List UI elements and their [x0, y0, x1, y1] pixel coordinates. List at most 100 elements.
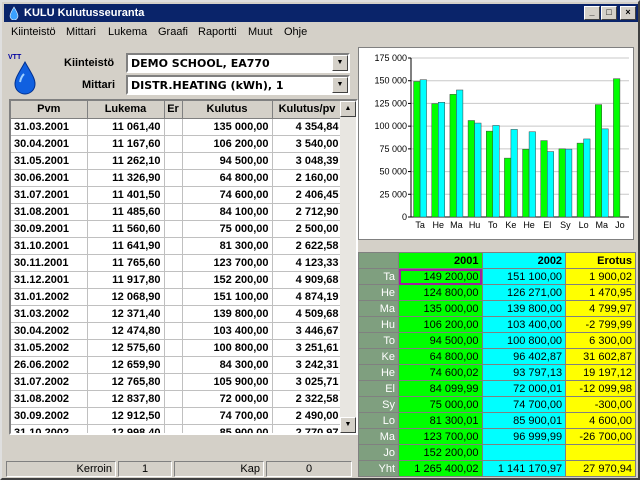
cell-consumption[interactable]: 135 000,00 [182, 118, 273, 136]
comparison-2001[interactable]: 75 000,00 [398, 396, 483, 413]
comparison-2001[interactable]: 84 099,99 [398, 380, 483, 397]
scroll-up-icon[interactable]: ▲ [340, 101, 356, 117]
comparison-row[interactable]: He 74 600,02 93 797,13 19 197,12 [358, 364, 636, 381]
cell-consumption-per-day[interactable]: 4 909,68 [272, 271, 343, 289]
table-row[interactable]: 31.03.2001 11 061,40 135 000,00 4 354,84 [11, 118, 343, 136]
comparison-row[interactable]: Ma 123 700,00 96 999,99 -26 700,00 [358, 428, 636, 445]
close-button[interactable]: × [620, 6, 636, 20]
cell-reading[interactable]: 12 068,90 [87, 288, 165, 306]
table-row[interactable]: 31.07.2002 12 765,80 105 900,00 3 025,71 [11, 373, 343, 391]
table-row[interactable]: 31.05.2002 12 575,60 100 800,00 3 251,61 [11, 339, 343, 357]
cell-er[interactable] [164, 424, 183, 433]
comparison-difference[interactable]: 1 470,95 [565, 284, 636, 301]
col-header-reading[interactable]: Lukema [87, 101, 165, 119]
cell-er[interactable] [164, 390, 183, 408]
cell-er[interactable] [164, 254, 183, 272]
table-row[interactable]: 31.05.2001 11 262,10 94 500,00 3 048,39 [11, 152, 343, 170]
cell-date[interactable]: 31.10.2002 [11, 424, 88, 433]
cell-consumption-per-day[interactable]: 2 406,45 [272, 186, 343, 204]
cell-consumption-per-day[interactable]: 2 770,97 [272, 424, 343, 433]
table-row[interactable]: 31.10.2001 11 641,90 81 300,00 2 622,58 [11, 237, 343, 255]
cell-consumption-per-day[interactable]: 4 354,84 [272, 118, 343, 136]
comparison-2001[interactable]: 124 800,00 [398, 284, 483, 301]
comparison-difference[interactable]: 6 300,00 [565, 332, 636, 349]
comparison-2002[interactable]: 139 800,00 [481, 300, 567, 317]
cell-reading[interactable]: 11 401,50 [87, 186, 165, 204]
cell-reading[interactable]: 12 371,40 [87, 305, 165, 323]
cell-reading[interactable]: 11 917,80 [87, 271, 165, 289]
cell-date[interactable]: 31.08.2001 [11, 203, 88, 221]
comparison-table[interactable]: 2001 2002 Erotus Ta 149 200,00 151 100,00 1… [358, 252, 636, 478]
cell-reading[interactable]: 11 326,90 [87, 169, 165, 187]
cell-reading[interactable]: 12 474,80 [87, 322, 165, 340]
comparison-2002[interactable]: 1 141 170,97 [481, 460, 567, 477]
cell-consumption[interactable]: 139 800,00 [182, 305, 273, 323]
chevron-down-icon[interactable]: ▼ [332, 55, 348, 71]
cell-reading[interactable]: 11 061,40 [87, 118, 165, 136]
cell-consumption-per-day[interactable]: 2 160,00 [272, 169, 343, 187]
comparison-2001[interactable]: 74 600,02 [398, 364, 483, 381]
cell-consumption-per-day[interactable]: 4 123,33 [272, 254, 343, 272]
comparison-2001[interactable]: 123 700,00 [398, 428, 483, 445]
col-header-consumption-per-day[interactable]: Kulutus/pv [272, 101, 343, 119]
cell-reading[interactable]: 11 485,60 [87, 203, 165, 221]
cell-consumption-per-day[interactable]: 3 446,67 [272, 322, 343, 340]
cell-date[interactable]: 31.07.2001 [11, 186, 88, 204]
cell-consumption[interactable]: 75 000,00 [182, 220, 273, 238]
cell-er[interactable] [164, 356, 183, 374]
scroll-down-icon[interactable]: ▼ [340, 417, 356, 433]
cell-consumption-per-day[interactable]: 2 622,58 [272, 237, 343, 255]
cell-date[interactable]: 31.03.2002 [11, 305, 88, 323]
table-row[interactable]: 31.08.2001 11 485,60 84 100,00 2 712,90 [11, 203, 343, 221]
cell-consumption-per-day[interactable]: 3 025,71 [272, 373, 343, 391]
comparison-2002[interactable]: 151 100,00 [481, 268, 567, 285]
comparison-2001[interactable]: 149 200,00 [398, 268, 483, 285]
cell-consumption-per-day[interactable]: 4 509,68 [272, 305, 343, 323]
cell-consumption[interactable]: 81 300,00 [182, 237, 273, 255]
cell-consumption[interactable]: 84 100,00 [182, 203, 273, 221]
cell-consumption-per-day[interactable]: 2 322,58 [272, 390, 343, 408]
comparison-2002[interactable]: 96 402,87 [481, 348, 567, 365]
cell-reading[interactable]: 11 765,60 [87, 254, 165, 272]
comparison-2002[interactable]: 85 900,01 [481, 412, 567, 429]
comparison-2002[interactable]: 96 999,99 [481, 428, 567, 445]
cell-er[interactable] [164, 118, 183, 136]
cell-reading[interactable]: 12 765,80 [87, 373, 165, 391]
comparison-difference[interactable]: -300,00 [565, 396, 636, 413]
cell-er[interactable] [164, 169, 183, 187]
cell-consumption[interactable]: 64 800,00 [182, 169, 273, 187]
comparison-row[interactable]: Hu 106 200,00 103 400,00 -2 799,99 [358, 316, 636, 333]
readings-scrollbar[interactable]: ▲ ▼ [340, 101, 356, 433]
menu-raportti[interactable]: Raportti [198, 26, 237, 38]
comparison-row[interactable]: El 84 099,99 72 000,01 -12 099,98 [358, 380, 636, 397]
cell-date[interactable]: 30.04.2002 [11, 322, 88, 340]
table-row[interactable]: 31.08.2002 12 837,80 72 000,00 2 322,58 [11, 390, 343, 408]
cell-date[interactable]: 31.01.2002 [11, 288, 88, 306]
comparison-2001[interactable]: 81 300,01 [398, 412, 483, 429]
cell-er[interactable] [164, 237, 183, 255]
chevron-down-icon[interactable]: ▼ [332, 77, 348, 93]
cell-consumption[interactable]: 123 700,00 [182, 254, 273, 272]
cell-reading[interactable]: 12 659,90 [87, 356, 165, 374]
cell-consumption[interactable]: 105 900,00 [182, 373, 273, 391]
table-row[interactable]: 31.03.2002 12 371,40 139 800,00 4 509,68 [11, 305, 343, 323]
cell-consumption-per-day[interactable]: 2 500,00 [272, 220, 343, 238]
comparison-difference[interactable]: 19 197,12 [565, 364, 636, 381]
comparison-2002[interactable] [481, 444, 567, 461]
meter-select[interactable]: DISTR.HEATING (kWh), 1 ▼ [126, 75, 350, 95]
cell-reading[interactable]: 12 575,60 [87, 339, 165, 357]
cell-date[interactable]: 30.09.2001 [11, 220, 88, 238]
cell-consumption[interactable]: 103 400,00 [182, 322, 273, 340]
cell-consumption[interactable]: 100 800,00 [182, 339, 273, 357]
cell-er[interactable] [164, 152, 183, 170]
property-select[interactable]: DEMO SCHOOL, EA770 ▼ [126, 53, 350, 73]
cell-consumption-per-day[interactable]: 2 490,00 [272, 407, 343, 425]
cell-consumption[interactable]: 74 700,00 [182, 407, 273, 425]
cell-er[interactable] [164, 407, 183, 425]
comparison-row[interactable]: Ma 135 000,00 139 800,00 4 799,97 [358, 300, 636, 317]
cell-consumption-per-day[interactable]: 3 048,39 [272, 152, 343, 170]
comparison-row[interactable]: Jo 152 200,00 [358, 444, 636, 461]
comparison-2001[interactable]: 106 200,00 [398, 316, 483, 333]
cell-consumption-per-day[interactable]: 3 540,00 [272, 135, 343, 153]
table-row[interactable]: 30.04.2002 12 474,80 103 400,00 3 446,67 [11, 322, 343, 340]
